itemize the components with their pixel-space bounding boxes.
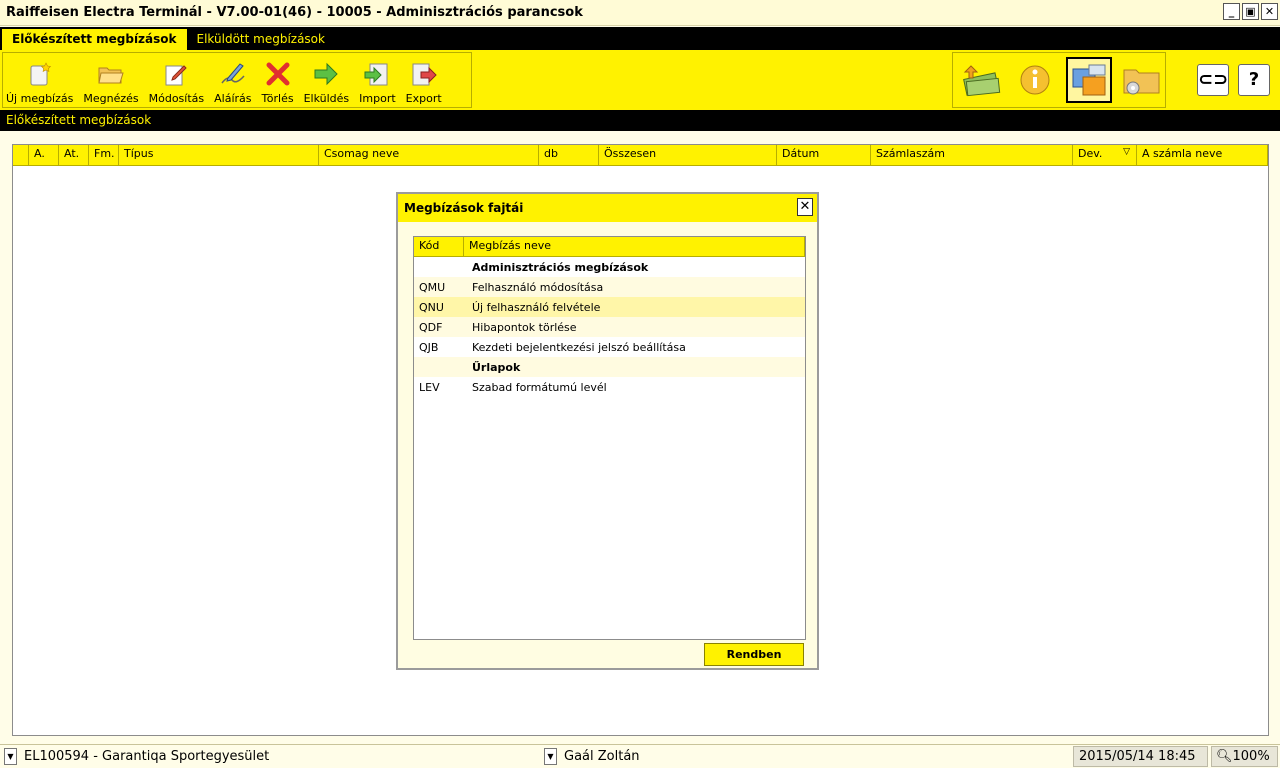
signature-pen-icon: [220, 61, 246, 87]
row-code: QDF: [419, 320, 443, 334]
list-group-forms: Űrlapok: [414, 357, 805, 377]
grid-header: A. At. Fm. Típus Csomag neve db Összesen…: [13, 145, 1268, 166]
list-item[interactable]: QDF Hibapontok törlése: [414, 317, 805, 337]
list-header: Kód Megbízás neve: [414, 237, 805, 257]
row-code: QJB: [419, 340, 439, 354]
grid-header-cell[interactable]: db: [539, 145, 599, 165]
sort-descending-icon: ▽: [1123, 147, 1130, 157]
zoom-icon: 🔍︎: [1216, 749, 1233, 764]
new-order-button[interactable]: Új megbízás: [6, 61, 73, 107]
order-types-list[interactable]: Kód Megbízás neve Adminisztrációs megbíz…: [413, 236, 806, 640]
row-code: QNU: [419, 300, 444, 314]
order-types-dialog: Megbízások fajtái ✕ Kód Megbízás neve Ad…: [396, 192, 819, 670]
window-title: Raiffeisen Electra Terminál - V7.00-01(4…: [6, 5, 583, 20]
title-bar: Raiffeisen Electra Terminál - V7.00-01(4…: [0, 0, 1280, 26]
grid-header-cell[interactable]: Dátum: [777, 145, 871, 165]
delete-label: Törlés: [261, 92, 294, 105]
open-folder-icon: [98, 61, 124, 87]
info-module-icon[interactable]: [1012, 57, 1057, 103]
admin-module-icon[interactable]: [1065, 57, 1112, 103]
new-document-icon: [27, 61, 53, 87]
window-controls: _ ▣ ✕: [1223, 3, 1278, 20]
row-name: Kezdeti bejelentkezési jelszó beállítása: [472, 340, 686, 354]
row-name: Hibapontok törlése: [472, 320, 577, 334]
user-selector[interactable]: Gaál Zoltán: [564, 749, 640, 764]
account-selector[interactable]: EL100594 - Garantiqa Sportegyesület: [24, 749, 269, 764]
account-dropdown-icon[interactable]: ▼: [4, 748, 17, 765]
dialog-title-bar: Megbízások fajtái ✕: [398, 194, 817, 222]
list-item[interactable]: QMU Felhasználó módosítása: [414, 277, 805, 297]
switch-button[interactable]: ⊂⊃: [1197, 64, 1229, 96]
view-label: Megnézés: [83, 92, 139, 105]
datetime-display: 2015/05/14 18:45: [1073, 746, 1208, 767]
user-dropdown-icon[interactable]: ▼: [544, 748, 557, 765]
grid-header-cell[interactable]: Összesen: [599, 145, 777, 165]
edit-pencil-icon: [163, 61, 189, 87]
send-arrow-icon: [313, 61, 339, 87]
zoom-control[interactable]: 🔍︎100%: [1211, 746, 1278, 767]
zoom-level: 100%: [1232, 749, 1270, 764]
list-item[interactable]: LEV Szabad formátumú levél: [414, 377, 805, 397]
export-button[interactable]: Export: [406, 61, 442, 107]
delete-x-icon: [265, 61, 291, 87]
list-header-code[interactable]: Kód: [414, 237, 464, 256]
list-header-name[interactable]: Megbízás neve: [464, 237, 805, 256]
sign-label: Aláírás: [214, 92, 252, 105]
dialog-title: Megbízások fajtái: [404, 201, 524, 215]
ok-button[interactable]: Rendben: [704, 643, 804, 666]
export-icon: [411, 61, 437, 87]
grid-header-selector[interactable]: [13, 145, 29, 165]
sign-button[interactable]: Aláírás: [214, 61, 252, 107]
edit-button[interactable]: Módosítás: [148, 61, 205, 107]
import-label: Import: [359, 92, 396, 105]
edit-label: Módosítás: [148, 92, 205, 105]
grid-header-cell[interactable]: A számla neve: [1137, 145, 1268, 165]
grid-header-cell[interactable]: Számlaszám: [871, 145, 1073, 165]
minimize-button[interactable]: _: [1223, 3, 1240, 20]
dialog-close-button[interactable]: ✕: [797, 198, 813, 216]
grid-header-cell[interactable]: At.: [59, 145, 89, 165]
list-item[interactable]: QJB Kezdeti bejelentkezési jelszó beállí…: [414, 337, 805, 357]
list-item[interactable]: QNU Új felhasználó felvétele: [414, 297, 805, 317]
row-code: QMU: [419, 280, 446, 294]
grid-header-cell-sorted[interactable]: Dev. ▽: [1073, 145, 1137, 165]
send-button[interactable]: Elküldés: [303, 61, 350, 107]
new-order-label: Új megbízás: [6, 92, 74, 105]
close-window-button[interactable]: ✕: [1261, 3, 1278, 20]
restore-button[interactable]: ▣: [1242, 3, 1259, 20]
import-button[interactable]: Import: [359, 61, 396, 107]
row-name: Új felhasználó felvétele: [472, 300, 601, 314]
module-switcher: [952, 52, 1166, 108]
folder-settings-icon[interactable]: [1120, 57, 1165, 103]
status-bar: ▼ EL100594 - Garantiqa Sportegyesület ▼ …: [0, 744, 1280, 768]
row-code: LEV: [419, 380, 440, 394]
money-module-icon[interactable]: [959, 57, 1004, 103]
export-label: Export: [405, 92, 442, 105]
row-name: Adminisztrációs megbízások: [472, 260, 649, 274]
toolbar: Új megbízás Megnézés Módosítás Aláírás T…: [0, 50, 1280, 110]
section-header: Előkészített megbízások: [0, 110, 1280, 131]
tab-prepared-orders[interactable]: Előkészített megbízások: [2, 29, 187, 50]
tab-sent-orders[interactable]: Elküldött megbízások: [187, 29, 335, 50]
tab-strip: Előkészített megbízások Elküldött megbíz…: [0, 27, 1280, 50]
import-icon: [364, 61, 390, 87]
row-name: Űrlapok: [472, 360, 521, 374]
send-label: Elküldés: [303, 92, 350, 105]
list-group-admin: Adminisztrációs megbízások: [414, 257, 805, 277]
delete-button[interactable]: Törlés: [262, 61, 294, 107]
row-name: Szabad formátumú levél: [472, 380, 607, 394]
grid-header-cell[interactable]: Típus: [119, 145, 319, 165]
row-name: Felhasználó módosítása: [472, 280, 604, 294]
grid-header-cell[interactable]: Csomag neve: [319, 145, 539, 165]
help-button[interactable]: ?: [1238, 64, 1270, 96]
view-button[interactable]: Megnézés: [83, 61, 139, 107]
grid-header-cell[interactable]: Fm.: [89, 145, 119, 165]
grid-header-cell[interactable]: A.: [29, 145, 59, 165]
toolbar-actions: Új megbízás Megnézés Módosítás Aláírás T…: [2, 52, 472, 108]
grid-header-label: Dev.: [1078, 147, 1103, 160]
